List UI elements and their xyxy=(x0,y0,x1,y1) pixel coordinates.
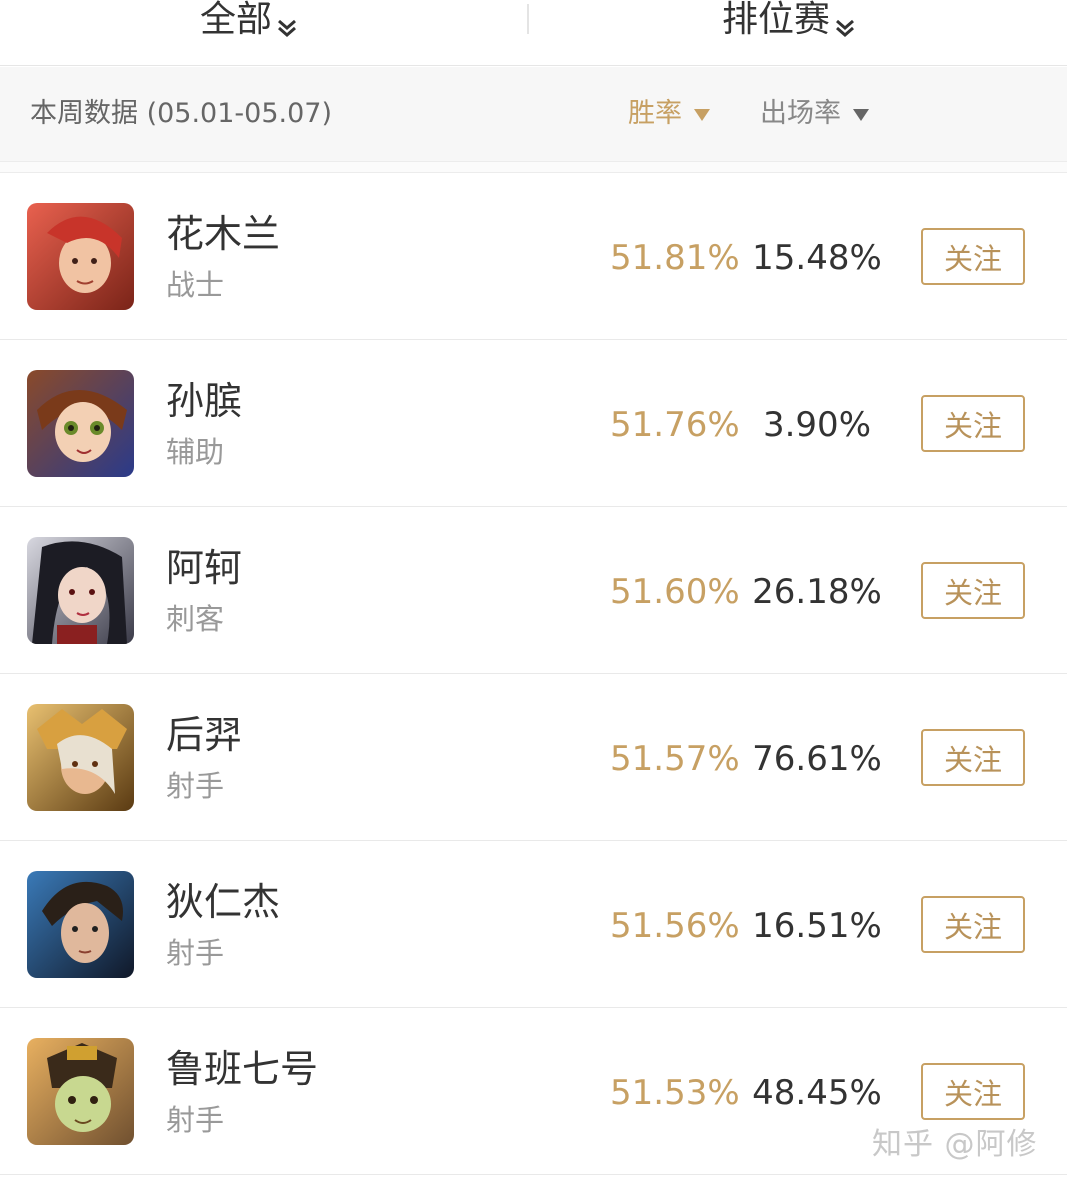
hero-row[interactable]: 阿轲 刺客 51.60% 26.18% 关注 xyxy=(0,507,1067,674)
hero-pick-rate: 26.18% xyxy=(752,572,882,612)
hero-role: 辅助 xyxy=(166,435,225,469)
hero-role: 射手 xyxy=(166,1103,225,1137)
hero-role: 射手 xyxy=(166,769,225,803)
hero-row[interactable]: 孙膑 辅助 51.76% 3.90% 关注 xyxy=(0,340,1067,507)
hero-row[interactable]: 狄仁杰 射手 51.56% 16.51% 关注 xyxy=(0,841,1067,1008)
double-chevron-down-icon xyxy=(834,8,856,37)
scope-filter-label: 全部 xyxy=(200,0,273,40)
follow-button[interactable]: 关注 xyxy=(921,896,1025,953)
hero-win-rate: 51.81% xyxy=(610,238,740,278)
hero-name: 孙膑 xyxy=(166,379,243,423)
filter-divider xyxy=(527,4,529,34)
hero-win-rate: 51.53% xyxy=(610,1073,740,1113)
hero-role: 刺客 xyxy=(166,602,225,636)
caret-down-icon xyxy=(853,109,869,121)
follow-button[interactable]: 关注 xyxy=(921,1063,1025,1120)
hero-name: 阿轲 xyxy=(166,546,243,590)
hero-row[interactable]: 花木兰 战士 51.81% 15.48% 关注 xyxy=(0,173,1067,340)
hero-name: 鲁班七号 xyxy=(166,1047,319,1091)
sort-pick-label: 出场率 xyxy=(760,98,841,129)
hero-portrait-icon xyxy=(27,203,134,310)
hero-row[interactable]: 后羿 射手 51.57% 76.61% 关注 xyxy=(0,674,1067,841)
hero-portrait-icon xyxy=(27,537,134,644)
hero-name: 狄仁杰 xyxy=(166,880,281,924)
hero-portrait-icon xyxy=(27,370,134,477)
hero-win-rate: 51.60% xyxy=(610,572,740,612)
sort-win-label: 胜率 xyxy=(628,98,682,129)
filter-bar: 全部 排位赛 xyxy=(0,0,1067,66)
hero-role: 射手 xyxy=(166,936,225,970)
watermark: 知乎 @阿修 xyxy=(872,1127,1038,1162)
hero-win-rate: 51.56% xyxy=(610,906,740,946)
hero-portrait-icon xyxy=(27,871,134,978)
hero-portrait-icon xyxy=(27,1038,134,1145)
hero-list: 花木兰 战士 51.81% 15.48% 关注 孙膑 辅助 51.76% 3.9… xyxy=(0,173,1067,1175)
hero-win-rate: 51.76% xyxy=(610,405,740,445)
follow-button[interactable]: 关注 xyxy=(921,729,1025,786)
hero-pick-rate: 48.45% xyxy=(752,1073,882,1113)
sort-by-win-rate[interactable]: 胜率 xyxy=(628,97,710,131)
hero-pick-rate: 76.61% xyxy=(752,739,882,779)
hero-pick-rate: 16.51% xyxy=(752,906,882,946)
caret-down-icon xyxy=(694,109,710,121)
section-gap xyxy=(0,161,1067,173)
sort-by-pick-rate[interactable]: 出场率 xyxy=(760,97,869,131)
hero-pick-rate: 15.48% xyxy=(752,238,882,278)
stats-header: 本周数据 (05.01-05.07) 胜率 出场率 xyxy=(0,67,1067,161)
hero-role: 战士 xyxy=(166,268,225,302)
mode-filter[interactable]: 排位赛 xyxy=(722,0,856,40)
follow-button[interactable]: 关注 xyxy=(921,395,1025,452)
hero-pick-rate: 3.90% xyxy=(762,405,871,445)
scope-filter[interactable]: 全部 xyxy=(200,0,298,40)
hero-name: 花木兰 xyxy=(166,212,281,256)
mode-filter-label: 排位赛 xyxy=(722,0,831,40)
follow-button[interactable]: 关注 xyxy=(921,228,1025,285)
week-range-label: 本周数据 (05.01-05.07) xyxy=(30,98,332,129)
hero-name: 后羿 xyxy=(166,713,243,757)
follow-button[interactable]: 关注 xyxy=(921,562,1025,619)
hero-win-rate: 51.57% xyxy=(610,739,740,779)
double-chevron-down-icon xyxy=(276,8,298,37)
hero-portrait-icon xyxy=(27,704,134,811)
